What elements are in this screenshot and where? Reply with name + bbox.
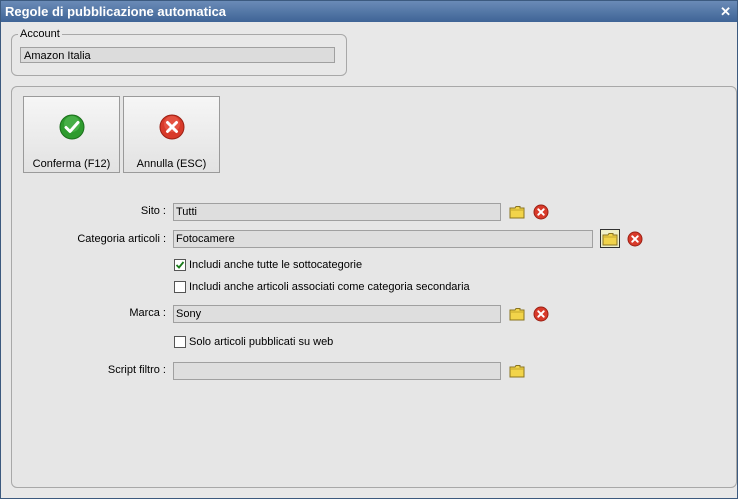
script-browse-button[interactable]: [507, 361, 527, 380]
folder-icon: [509, 364, 525, 377]
checkmark-icon: [175, 261, 185, 269]
sito-browse-button[interactable]: [507, 202, 527, 221]
cross-icon: [159, 114, 185, 140]
clear-icon: [533, 204, 549, 219]
include-secondary-label: Includi anche articoli associati come ca…: [189, 281, 470, 293]
dialog-window: Regole di pubblicazione automatica ✕ Acc…: [0, 0, 738, 499]
marca-browse-button[interactable]: [507, 304, 527, 323]
include-subcategories-checkbox[interactable]: [174, 259, 186, 271]
clear-icon: [533, 306, 549, 321]
folder-icon: [509, 307, 525, 320]
solo-web-checkbox[interactable]: [174, 336, 186, 348]
cancel-button[interactable]: Annulla (ESC): [123, 96, 220, 173]
marca-label: Marca :: [129, 307, 166, 319]
account-legend: Account: [18, 28, 62, 40]
marca-input[interactable]: Sony: [173, 305, 501, 323]
script-label: Script filtro :: [107, 364, 166, 376]
sito-input[interactable]: Tutti: [173, 203, 501, 221]
categoria-browse-button[interactable]: [600, 229, 620, 248]
categoria-input[interactable]: Fotocamere: [173, 230, 593, 248]
include-secondary-checkbox[interactable]: [174, 281, 186, 293]
script-input[interactable]: [173, 362, 501, 380]
confirm-button-label: Conferma (F12): [32, 158, 111, 170]
close-icon[interactable]: ✕: [720, 1, 731, 22]
window-title: Regole di pubblicazione automatica: [5, 4, 227, 19]
include-subcategories-label: Includi anche tutte le sottocategorie: [189, 259, 363, 271]
folder-icon: [509, 205, 525, 218]
account-field: Amazon Italia: [20, 47, 335, 63]
check-icon: [59, 114, 85, 140]
cancel-button-label: Annulla (ESC): [136, 158, 207, 170]
marca-clear-button[interactable]: [531, 304, 551, 323]
solo-web-label: Solo articoli pubblicati su web: [189, 336, 334, 348]
sito-clear-button[interactable]: [531, 202, 551, 221]
categoria-clear-button[interactable]: [625, 229, 645, 248]
categoria-label: Categoria articoli :: [77, 233, 166, 245]
confirm-button[interactable]: Conferma (F12): [23, 96, 120, 173]
clear-icon: [627, 231, 643, 246]
folder-icon: [602, 232, 618, 245]
sito-label: Sito :: [140, 205, 166, 217]
title-bar[interactable]: Regole di pubblicazione automatica ✕: [1, 1, 737, 22]
